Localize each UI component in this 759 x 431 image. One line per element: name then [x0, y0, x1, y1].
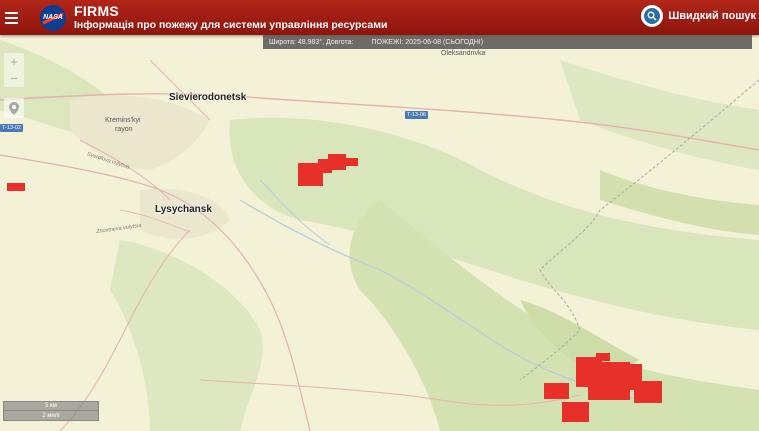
scale-mi: 2 милі: [3, 411, 99, 421]
road-shield-t1302: T-13-02: [0, 124, 23, 132]
app-header: NASA FIRMS Інформація про пожежу для сис…: [0, 0, 759, 35]
search-icon: [641, 5, 664, 27]
city-label-sievierodonetsk: Sievierodonetsk: [169, 92, 247, 103]
zoom-out-button[interactable]: −: [4, 70, 24, 87]
quick-search-label: Швидкий пошук: [668, 10, 756, 22]
region-label-rayon: rayon: [115, 126, 133, 133]
map-canvas[interactable]: Sievierodonetsk Lysychansk Oleksandrivka…: [0, 0, 759, 431]
coordinates-readout: Широта: 48.983°, Довгота:: [269, 38, 354, 46]
location-pin-icon: [9, 101, 19, 115]
scale-km: 5 км: [3, 401, 99, 411]
zoom-control: + −: [4, 53, 24, 87]
scale-bar: 5 км 2 милі: [3, 401, 99, 421]
quick-search-button[interactable]: Швидкий пошук: [641, 5, 756, 27]
status-bar: Широта: 48.983°, Довгота: ПОЖЕЖІ: 2025-0…: [263, 35, 752, 49]
basemap: [0, 0, 759, 431]
app-titles: FIRMS Інформація про пожежу для системи …: [74, 4, 387, 31]
nasa-logo: NASA: [40, 4, 66, 31]
locate-button[interactable]: [4, 98, 24, 118]
app-subtitle: Інформація про пожежу для системи управл…: [74, 19, 388, 32]
road-shield-t1306: T-13-06: [405, 111, 428, 119]
region-label-kreminskyi: Kremins'kyi: [105, 117, 141, 124]
zoom-in-button[interactable]: +: [4, 53, 24, 70]
town-label-oleksandrivka: Oleksandrivka: [441, 50, 486, 57]
app-title: FIRMS: [74, 3, 120, 20]
city-label-lysychansk: Lysychansk: [155, 204, 212, 215]
fires-date: ПОЖЕЖІ: 2025-06-08 (СЬОГОДНІ): [371, 38, 484, 46]
menu-icon[interactable]: [5, 11, 27, 24]
